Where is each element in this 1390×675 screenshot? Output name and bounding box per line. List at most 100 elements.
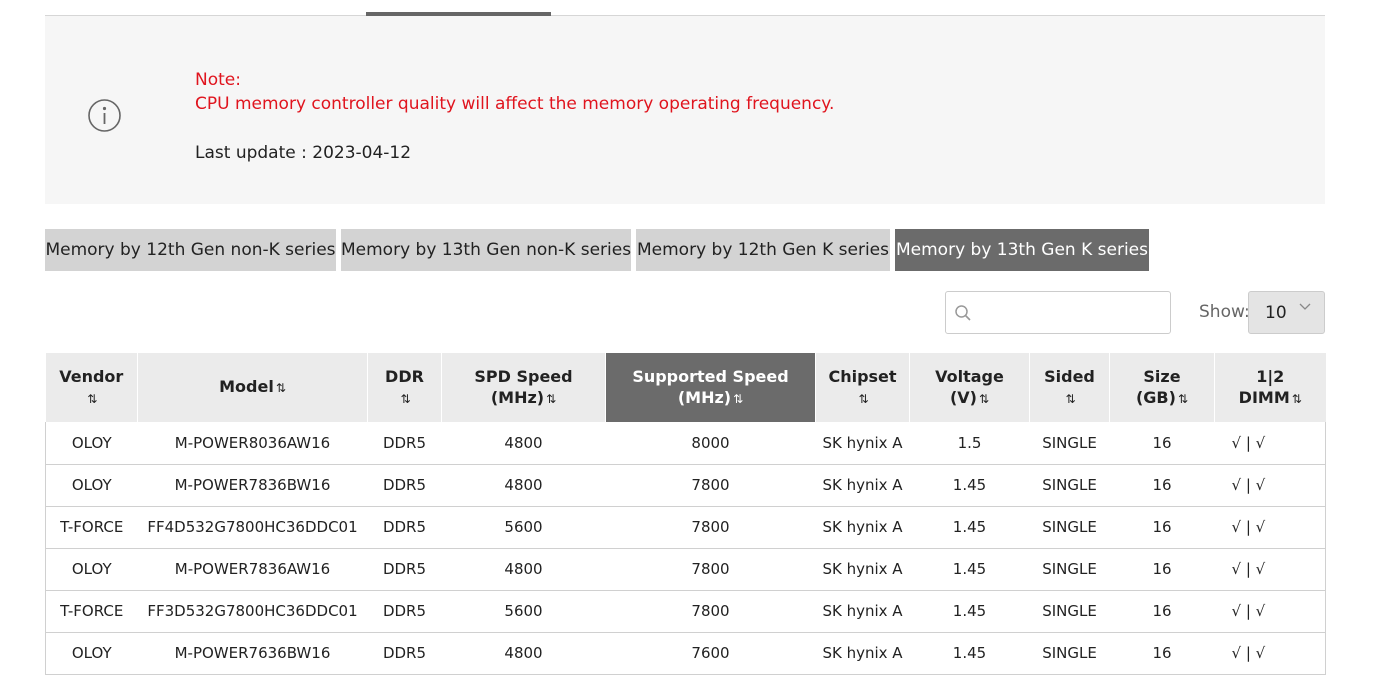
cell-supported-speed: 7800 bbox=[605, 548, 816, 591]
cell-chipset: SK hynix A bbox=[815, 548, 910, 591]
cell-voltage: 1.45 bbox=[909, 548, 1030, 591]
column-header-sided[interactable]: Sided ⇅ bbox=[1029, 353, 1110, 422]
cell-voltage: 1.5 bbox=[909, 422, 1030, 465]
cell-model: M-POWER7836AW16 bbox=[137, 548, 368, 591]
cell-vendor: OLOY bbox=[45, 422, 138, 465]
page-size-value: 10 bbox=[1265, 303, 1287, 323]
page-size-select[interactable]: 10 bbox=[1248, 291, 1325, 334]
show-label: Show: bbox=[1199, 302, 1250, 322]
sort-icon[interactable]: ⇅ bbox=[979, 392, 989, 406]
cell-ddr: DDR5 bbox=[367, 506, 442, 549]
sort-icon[interactable]: ⇅ bbox=[858, 392, 868, 406]
cell-spd-speed: 4800 bbox=[441, 422, 606, 465]
cell-dimm: √ | √ bbox=[1214, 590, 1326, 633]
column-header-unit: (MHz) bbox=[490, 387, 545, 407]
cell-sided: SINGLE bbox=[1029, 632, 1110, 675]
cell-sided: SINGLE bbox=[1029, 464, 1110, 507]
tab-13th-gen-k[interactable]: Memory by 13th Gen K series bbox=[895, 229, 1149, 271]
cell-ddr: DDR5 bbox=[367, 422, 442, 465]
cell-spd-speed: 5600 bbox=[441, 506, 606, 549]
cell-vendor: T-FORCE bbox=[45, 590, 138, 633]
cell-supported-speed: 7800 bbox=[605, 590, 816, 633]
tab-13th-gen-non-k[interactable]: Memory by 13th Gen non-K series bbox=[341, 229, 631, 271]
cell-size: 16 bbox=[1109, 632, 1215, 675]
table-row: OLOY M-POWER7836BW16 DDR5 4800 7800 SK hynix … bbox=[45, 464, 1326, 507]
sort-icon[interactable]: ⇅ bbox=[87, 392, 97, 406]
column-header-label: Chipset bbox=[828, 366, 897, 386]
cell-dimm: √ | √ bbox=[1214, 632, 1326, 675]
cell-sided: SINGLE bbox=[1029, 506, 1110, 549]
cell-ddr: DDR5 bbox=[367, 464, 442, 507]
cell-spd-speed: 4800 bbox=[441, 464, 606, 507]
column-header-unit: DIMM bbox=[1238, 387, 1290, 407]
column-header-label: Vendor bbox=[59, 366, 124, 386]
note-panel: Note: CPU memory controller quality will… bbox=[45, 16, 1325, 204]
column-header-ddr[interactable]: DDR ⇅ bbox=[367, 353, 442, 422]
column-header-label: Voltage bbox=[935, 366, 1004, 386]
search-input[interactable] bbox=[978, 298, 1163, 328]
table-row: OLOY M-POWER8036AW16 DDR5 4800 8000 SK hynix … bbox=[45, 422, 1326, 465]
tab-12th-gen-k[interactable]: Memory by 12th Gen K series bbox=[636, 229, 890, 271]
cell-size: 16 bbox=[1109, 422, 1215, 465]
column-header-size[interactable]: Size (GB) ⇅ bbox=[1109, 353, 1215, 422]
cell-supported-speed: 7800 bbox=[605, 506, 816, 549]
cell-sided: SINGLE bbox=[1029, 548, 1110, 591]
cell-model: M-POWER7836BW16 bbox=[137, 464, 368, 507]
sort-icon[interactable]: ⇅ bbox=[546, 392, 556, 406]
cell-size: 16 bbox=[1109, 548, 1215, 591]
cell-chipset: SK hynix A bbox=[815, 506, 910, 549]
memory-table: Vendor ⇅ Model ⇅ DDR ⇅ SPD Speed (MHz) ⇅ Supporte… bbox=[45, 353, 1326, 675]
table-header-row: Vendor ⇅ Model ⇅ DDR ⇅ SPD Speed (MHz) ⇅ Supporte… bbox=[45, 353, 1326, 422]
column-header-supported-speed[interactable]: Supported Speed (MHz) ⇅ bbox=[605, 353, 816, 422]
column-header-label: Size bbox=[1143, 366, 1181, 386]
cell-model: M-POWER8036AW16 bbox=[137, 422, 368, 465]
cell-dimm: √ | √ bbox=[1214, 422, 1326, 465]
column-header-vendor[interactable]: Vendor ⇅ bbox=[45, 353, 138, 422]
cell-size: 16 bbox=[1109, 506, 1215, 549]
sort-icon[interactable]: ⇅ bbox=[400, 392, 410, 406]
cell-dimm: √ | √ bbox=[1214, 464, 1326, 507]
cell-spd-speed: 4800 bbox=[441, 632, 606, 675]
table-row: OLOY M-POWER7636BW16 DDR5 4800 7600 SK hynix … bbox=[45, 632, 1326, 675]
column-header-label: Sided bbox=[1044, 366, 1095, 386]
cell-model: FF4D532G7800HC36DDC01 bbox=[137, 506, 368, 549]
cell-spd-speed: 4800 bbox=[441, 548, 606, 591]
cell-ddr: DDR5 bbox=[367, 632, 442, 675]
column-header-label: Supported Speed bbox=[632, 366, 789, 386]
cell-chipset: SK hynix A bbox=[815, 590, 910, 633]
cell-vendor: OLOY bbox=[45, 464, 138, 507]
sort-icon[interactable]: ⇅ bbox=[276, 381, 286, 395]
sort-icon[interactable]: ⇅ bbox=[1065, 392, 1075, 406]
sort-icon[interactable]: ⇅ bbox=[1178, 392, 1188, 406]
sort-icon[interactable]: ⇅ bbox=[1292, 392, 1302, 406]
cell-supported-speed: 7800 bbox=[605, 464, 816, 507]
cell-sided: SINGLE bbox=[1029, 422, 1110, 465]
cell-ddr: DDR5 bbox=[367, 548, 442, 591]
column-header-unit: (MHz) bbox=[677, 387, 732, 407]
cell-model: FF3D532G7800HC36DDC01 bbox=[137, 590, 368, 633]
column-header-dimm[interactable]: 1|2 DIMM ⇅ bbox=[1214, 353, 1326, 422]
column-header-unit: (V) bbox=[949, 387, 977, 407]
note-title: Note: bbox=[195, 70, 241, 90]
column-header-model[interactable]: Model ⇅ bbox=[137, 353, 368, 422]
column-header-voltage[interactable]: Voltage (V) ⇅ bbox=[909, 353, 1030, 422]
cell-dimm: √ | √ bbox=[1214, 506, 1326, 549]
sort-icon[interactable]: ⇅ bbox=[733, 392, 743, 406]
cell-voltage: 1.45 bbox=[909, 506, 1030, 549]
cell-model: M-POWER7636BW16 bbox=[137, 632, 368, 675]
chevron-down-icon bbox=[1299, 303, 1311, 310]
cell-ddr: DDR5 bbox=[367, 590, 442, 633]
column-header-spd-speed[interactable]: SPD Speed (MHz) ⇅ bbox=[441, 353, 606, 422]
column-header-chipset[interactable]: Chipset ⇅ bbox=[815, 353, 910, 422]
last-update: Last update : 2023-04-12 bbox=[195, 143, 412, 163]
column-header-unit: (GB) bbox=[1135, 387, 1176, 407]
table-row: OLOY M-POWER7836AW16 DDR5 4800 7800 SK hynix … bbox=[45, 548, 1326, 591]
note-message: CPU memory controller quality will affec… bbox=[195, 94, 835, 114]
cell-spd-speed: 5600 bbox=[441, 590, 606, 633]
cell-voltage: 1.45 bbox=[909, 590, 1030, 633]
cell-dimm: √ | √ bbox=[1214, 548, 1326, 591]
search-box[interactable] bbox=[945, 291, 1171, 334]
cell-size: 16 bbox=[1109, 590, 1215, 633]
table-body: OLOY M-POWER8036AW16 DDR5 4800 8000 SK hynix … bbox=[45, 422, 1326, 675]
tab-12th-gen-non-k[interactable]: Memory by 12th Gen non-K series bbox=[45, 229, 336, 271]
